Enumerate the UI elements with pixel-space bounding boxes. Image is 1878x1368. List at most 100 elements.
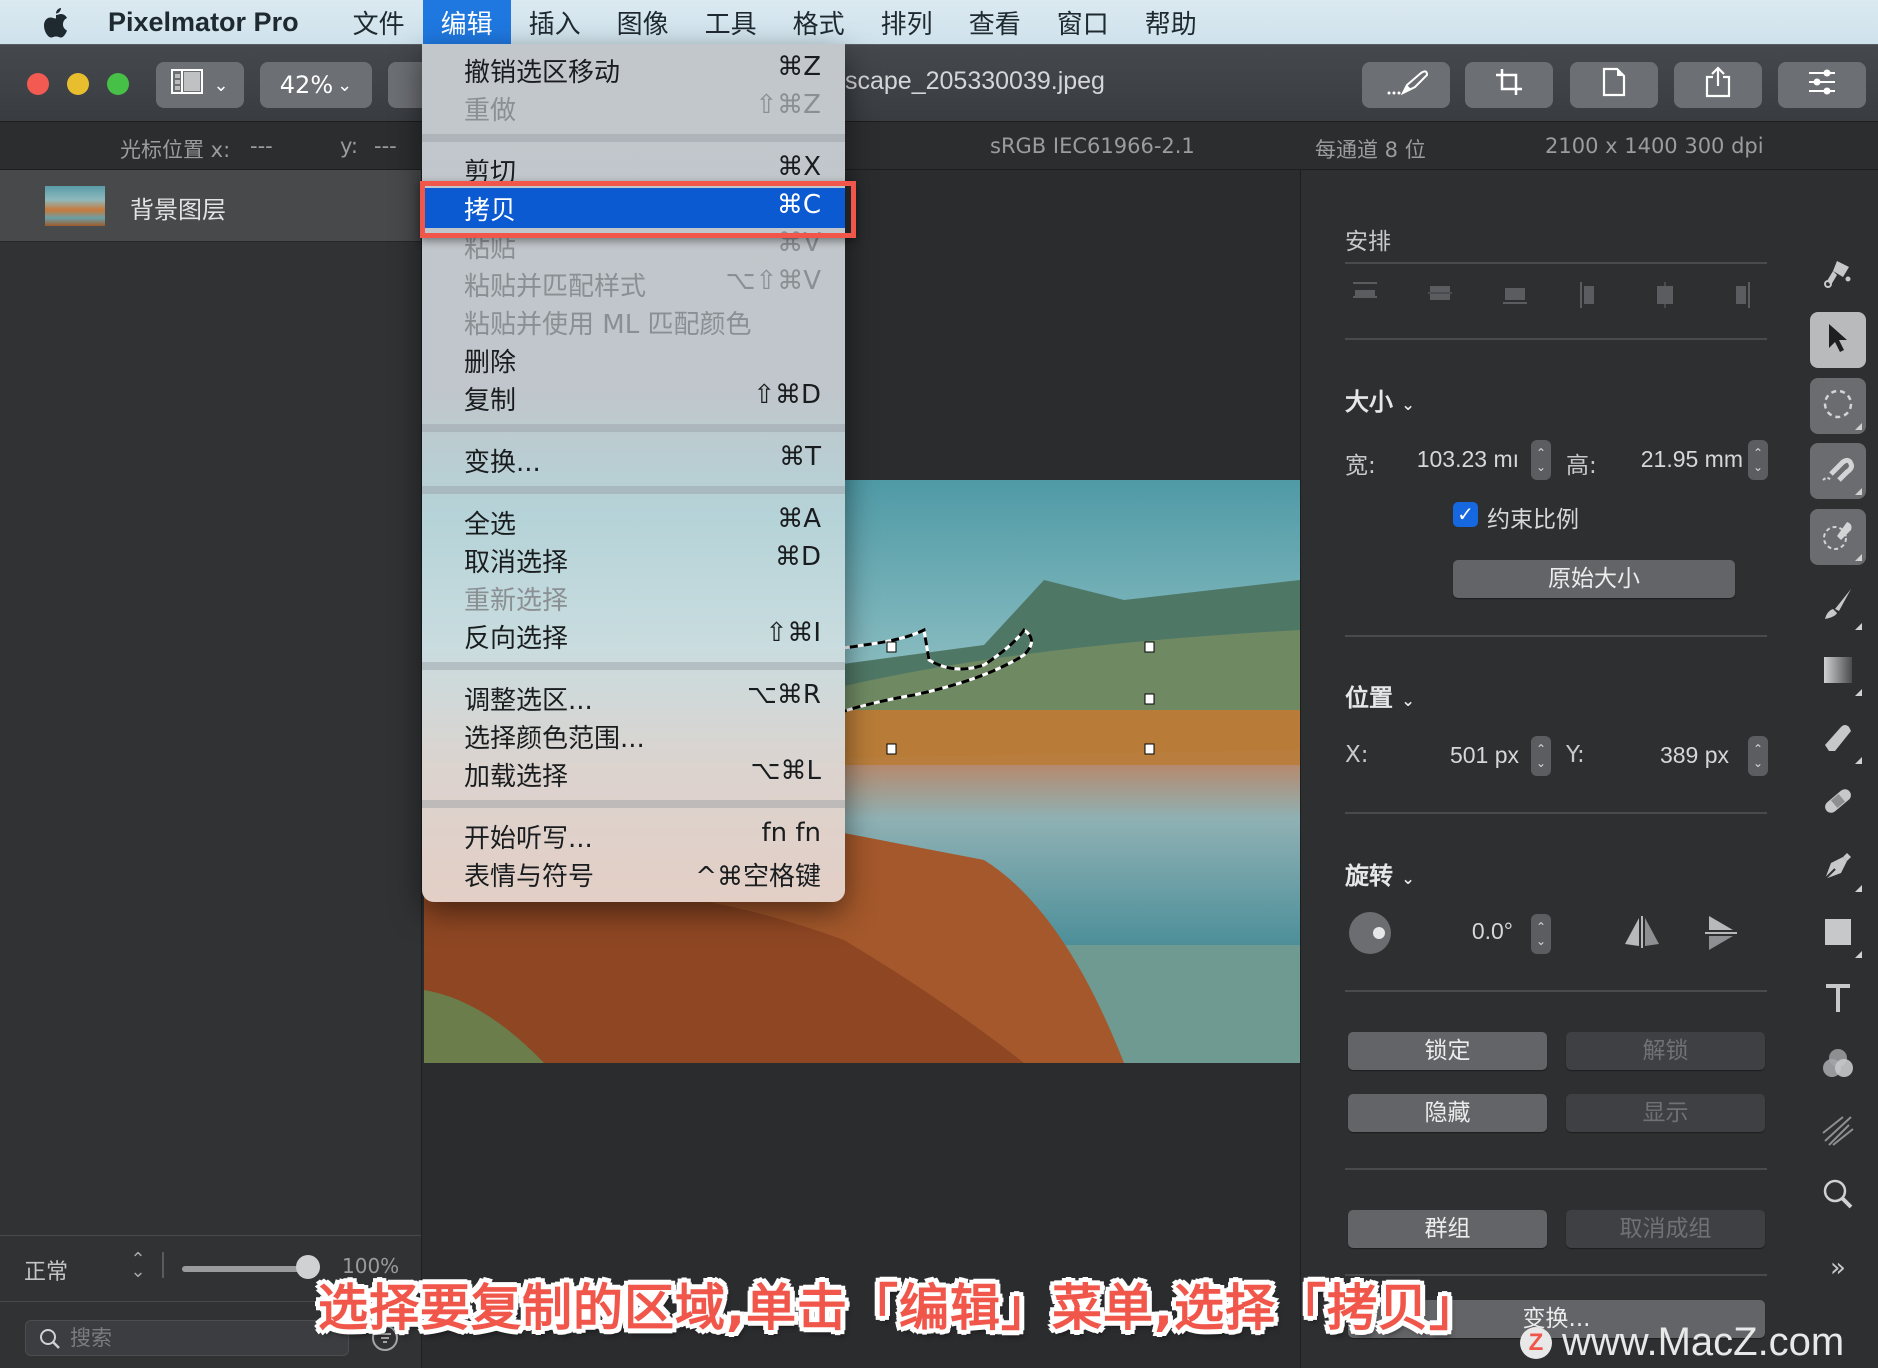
menu-insert[interactable]: 插入 xyxy=(511,0,599,44)
y-position-field[interactable]: 389 px xyxy=(1611,742,1729,769)
adjustments-button[interactable] xyxy=(1778,62,1866,108)
lock-button[interactable]: 锁定 xyxy=(1348,1032,1547,1070)
align-right-icon[interactable] xyxy=(1726,280,1754,310)
edit-menu-item[interactable]: 取消选择 ⌘D xyxy=(422,540,845,578)
align-middle-icon[interactable] xyxy=(1426,280,1454,310)
menu-item-label: 拷贝 xyxy=(464,196,517,226)
partially-hidden-toolbar-button[interactable] xyxy=(388,62,422,108)
opacity-slider-knob[interactable] xyxy=(296,1255,320,1279)
width-field[interactable]: 103.23 mı xyxy=(1401,446,1519,473)
height-stepper[interactable]: ⌃ ⌄ xyxy=(1748,440,1768,480)
align-bottom-icon[interactable] xyxy=(1501,280,1529,310)
sidebar-toggle-button[interactable]: ⌄ xyxy=(156,62,244,108)
edit-menu-item[interactable]: 加载选择 ⌥⌘L xyxy=(422,754,845,792)
rotation-stepper[interactable]: ⌃ ⌄ xyxy=(1531,914,1551,954)
x-position-field[interactable]: 501 px xyxy=(1401,742,1519,769)
x-position-stepper[interactable]: ⌃ ⌄ xyxy=(1531,736,1551,776)
zoom-tool[interactable] xyxy=(1810,1168,1866,1224)
arrange-tool[interactable] xyxy=(1810,312,1866,368)
color-adjust-tool[interactable] xyxy=(1810,1038,1866,1094)
edit-menu-item[interactable]: 剪切 ⌘X xyxy=(422,150,845,188)
opacity-slider[interactable] xyxy=(182,1266,307,1272)
divider xyxy=(1345,262,1767,264)
magnetic-selection-tool[interactable] xyxy=(1810,443,1866,499)
selection-handle[interactable] xyxy=(1144,743,1155,755)
menu-tools[interactable]: 工具 xyxy=(687,0,775,44)
repair-tool[interactable] xyxy=(1810,775,1866,831)
crop-button[interactable] xyxy=(1465,62,1553,108)
edit-menu-item[interactable]: 反向选择 ⇧⌘I xyxy=(422,616,845,654)
height-field[interactable]: 21.95 mm xyxy=(1611,446,1743,473)
edit-menu-item[interactable]: 拷贝 ⌘C xyxy=(422,188,845,228)
style-tool[interactable] xyxy=(1810,248,1866,304)
blend-mode-stepper-icon[interactable]: ⌃ ⌄ xyxy=(128,1251,148,1281)
width-stepper[interactable]: ⌃ ⌄ xyxy=(1531,440,1551,480)
menu-arrange[interactable]: 排列 xyxy=(863,0,951,44)
erase-tool[interactable] xyxy=(1810,712,1866,768)
selection-handle[interactable] xyxy=(1144,641,1155,653)
menu-item-shortcut: ⌘C xyxy=(776,190,821,220)
menu-format[interactable]: 格式 xyxy=(775,0,863,44)
zoom-window-button[interactable] xyxy=(107,73,129,95)
original-size-button[interactable]: 原始大小 xyxy=(1453,560,1735,598)
flip-horizontal-icon[interactable] xyxy=(1623,914,1661,954)
rotation-field[interactable]: 0.0° xyxy=(1421,918,1513,945)
hide-button[interactable]: 隐藏 xyxy=(1348,1094,1547,1132)
menu-file[interactable]: 文件 xyxy=(335,0,423,44)
close-window-button[interactable] xyxy=(27,73,49,95)
constrain-proportions-checkbox[interactable]: ✓ xyxy=(1453,502,1478,527)
selection-handle[interactable] xyxy=(886,641,897,653)
edit-menu-item[interactable]: 开始听写... fn fn xyxy=(422,816,845,854)
ungroup-button[interactable]: 取消成组 xyxy=(1566,1210,1765,1248)
group-button[interactable]: 群组 xyxy=(1348,1210,1547,1248)
layer-item[interactable]: 背景图层 xyxy=(0,170,421,242)
blend-mode-select[interactable]: 正常 xyxy=(24,1254,68,1286)
edit-menu-item[interactable]: 调整选区... ⌥⌘R xyxy=(422,678,845,716)
more-tools-button[interactable]: » xyxy=(1810,1240,1866,1296)
quick-selection-tool[interactable] xyxy=(1810,509,1866,565)
paint-tool[interactable] xyxy=(1810,578,1866,634)
show-button[interactable]: 显示 xyxy=(1566,1094,1765,1132)
align-left-icon[interactable] xyxy=(1576,280,1604,310)
menu-item-shortcut: ⌘X xyxy=(777,152,821,182)
selection-handle[interactable] xyxy=(1144,693,1155,705)
y-position-stepper[interactable]: ⌃ ⌄ xyxy=(1748,736,1768,776)
zoom-level-dropdown[interactable]: 42% ⌄ xyxy=(260,62,372,108)
edit-menu-item[interactable]: 全选 ⌘A xyxy=(422,502,845,540)
edit-menu-item[interactable]: 变换... ⌘T xyxy=(422,440,845,478)
menu-window[interactable]: 窗口 xyxy=(1039,0,1127,44)
position-section-toggle[interactable]: 位置 ⌄ xyxy=(1345,678,1415,713)
menu-help[interactable]: 帮助 xyxy=(1127,0,1215,44)
layers-search-input[interactable] xyxy=(70,1325,330,1351)
rotation-dial[interactable] xyxy=(1349,912,1391,954)
selection-tool[interactable] xyxy=(1810,378,1866,434)
customize-tools-button[interactable] xyxy=(1362,62,1450,108)
menu-edit[interactable]: 编辑 xyxy=(422,0,511,44)
rotate-section-toggle[interactable]: 旋转 ⌄ xyxy=(1345,856,1415,891)
menu-view[interactable]: 查看 xyxy=(951,0,1039,44)
gradient-tool[interactable] xyxy=(1810,644,1866,700)
apple-menu-icon[interactable] xyxy=(40,5,72,39)
edit-menu-item[interactable]: 表情与符号 ^⌘空格键 xyxy=(422,854,845,892)
effects-tool[interactable] xyxy=(1810,1104,1866,1160)
edit-menu-item[interactable]: 复制 ⇧⌘D xyxy=(422,378,845,416)
minimize-window-button[interactable] xyxy=(67,73,89,95)
menu-image[interactable]: 图像 xyxy=(599,0,687,44)
flip-vertical-icon[interactable] xyxy=(1703,914,1739,956)
align-top-icon[interactable] xyxy=(1351,280,1379,310)
align-center-icon[interactable] xyxy=(1651,280,1679,310)
edit-menu-item[interactable]: 删除 xyxy=(422,340,845,378)
selection-handle[interactable] xyxy=(886,743,897,755)
inspector-panel: 安排 大小 ⌄ 宽: 103.23 mı ⌃ ⌄ 高: 21.95 mm ⌃ ⌄ ✓… xyxy=(1300,170,1878,1368)
edit-menu-item[interactable]: 撤销选区移动 ⌘Z xyxy=(422,50,845,88)
type-tool[interactable] xyxy=(1810,972,1866,1028)
format-button[interactable] xyxy=(1570,62,1658,108)
pen-tool[interactable] xyxy=(1810,840,1866,896)
app-menu-name[interactable]: Pixelmator Pro xyxy=(108,7,299,38)
unlock-button[interactable]: 解锁 xyxy=(1566,1032,1765,1070)
edit-menu-item[interactable]: 选择颜色范围... xyxy=(422,716,845,754)
size-section-toggle[interactable]: 大小 ⌄ xyxy=(1345,382,1415,417)
shape-tool[interactable] xyxy=(1810,906,1866,962)
sidebar-icon xyxy=(171,69,205,101)
share-button[interactable] xyxy=(1674,62,1762,108)
